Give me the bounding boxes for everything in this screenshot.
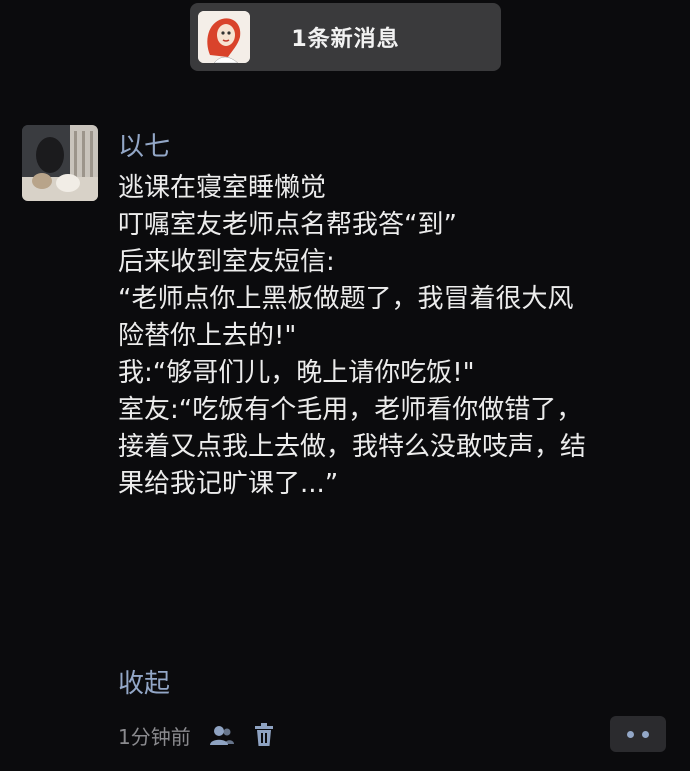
post-meta: 1分钟前 xyxy=(118,718,275,752)
trash-icon[interactable] xyxy=(253,723,275,747)
post-line: 险替你上去的!" xyxy=(118,321,297,351)
collapse-link[interactable]: 收起 xyxy=(118,663,170,700)
post-line: 逃课在寝室睡懒觉 xyxy=(118,173,327,203)
new-message-label: 1条新消息 xyxy=(291,27,400,52)
post-body: 逃课在寝室睡懒觉 叮嘱室友老师点名帮我答“到” 后来收到室友短信: “老师点你上… xyxy=(118,170,678,503)
new-message-notification[interactable]: 1条新消息 xyxy=(190,3,501,71)
username[interactable]: 以七 xyxy=(118,126,170,163)
user-avatar[interactable] xyxy=(22,125,98,201)
post-line: “老师点你上黑板做题了，我冒着很大风 xyxy=(118,284,574,314)
more-dots-icon xyxy=(627,730,634,738)
post-line: 果给我记旷课了...” xyxy=(118,469,339,499)
post-line: 接着又点我上去做，我特么没敢吱声，结 xyxy=(118,432,587,462)
post-line: 我:“够哥们儿，晚上请你吃饭!" xyxy=(118,358,475,388)
post-line: 室友:“吃饭有个毛用，老师看你做错了， xyxy=(118,395,583,425)
more-button[interactable] xyxy=(610,716,666,752)
post-line: 叮嘱室友老师点名帮我答“到” xyxy=(118,210,457,240)
post-line: 后来收到室友短信: xyxy=(118,247,335,277)
timestamp: 1分钟前 xyxy=(118,724,191,749)
friends-icon[interactable] xyxy=(209,724,235,746)
